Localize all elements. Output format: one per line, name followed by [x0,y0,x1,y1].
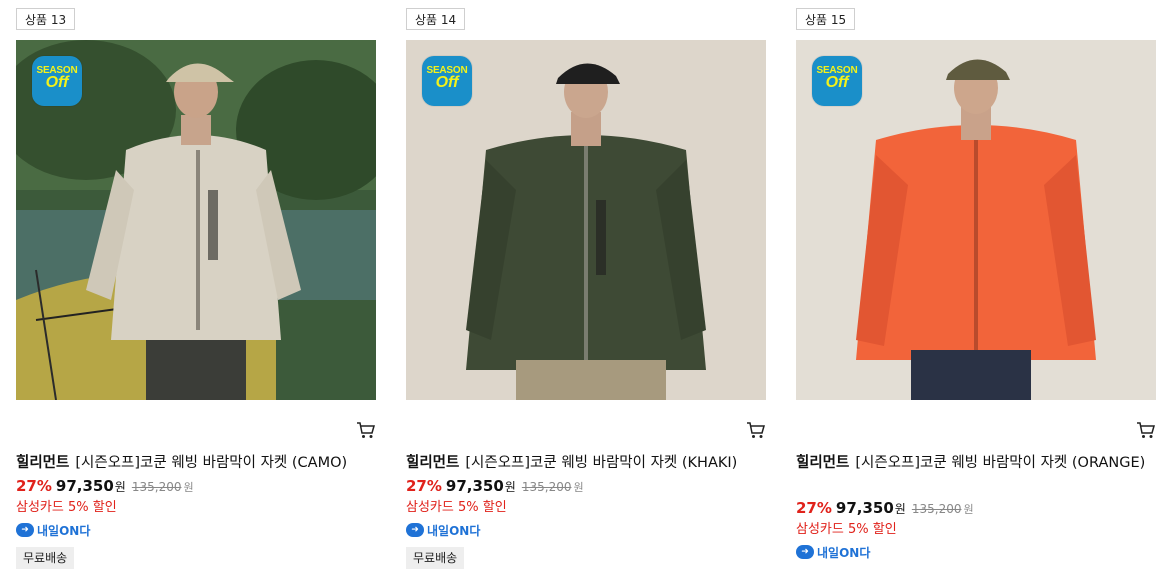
currency: 원 [114,480,126,494]
discount-rate: 27% [16,477,52,495]
season-off-badge: SEASON Off [812,56,862,106]
delivery-truck-icon: ➜ [406,523,424,537]
card-discount: 삼성카드 5% 할인 [406,500,507,515]
product-name: [시즌오프]코쿤 웨빙 바람막이 자켓 (CAMO) [75,455,348,471]
product-number-badge: 상품 15 [796,8,856,30]
price-row: 27% 97,350원 135,200 원 [796,499,974,517]
cart-icon[interactable] [1136,420,1156,440]
original-price: 135,200 [911,502,962,516]
delivery-label: 내일ON다 [817,545,871,560]
delivery-logo: ➜ 내일ON다 [406,522,480,538]
season-badge-bottom: Off [435,74,459,91]
cart-icon[interactable] [356,420,376,440]
product-image[interactable]: SEASON Off [796,40,1156,400]
delivery-truck-icon: ➜ [16,523,34,537]
season-badge-bottom: Off [825,74,849,91]
product-name: [시즌오프]코쿤 웨빙 바람막이 자켓 (KHAKI) [465,455,738,471]
delivery-logo: ➜ 내일ON다 [796,544,870,560]
card-discount: 삼성카드 5% 할인 [16,500,117,515]
brand-name: 힐리먼트 [796,455,850,471]
product-card-15[interactable]: 상품 15 SEASON Off 힐리먼트 [시즌오프]코쿤 웨빙 바람막이 자켓… [796,0,1156,573]
delivery-label: 내일ON다 [37,523,91,538]
original-currency: 원 [183,481,194,494]
product-title[interactable]: 힐리먼트 [시즌오프]코쿤 웨빙 바람막이 자켓 (CAMO) [16,452,376,475]
discount-rate: 27% [406,477,442,495]
delivery-logo: ➜ 내일ON다 [16,522,90,538]
product-card-13[interactable]: 상품 13 SEASON Off 힐리먼트 [시즌오프]코쿤 웨빙 바람막이 자… [16,0,376,573]
season-badge-bottom: Off [45,74,69,91]
season-off-badge: SEASON Off [32,56,82,106]
product-card-14[interactable]: 상품 14 SEASON Off 힐리먼트 [시즌오프]코쿤 웨빙 바람막이 자켓… [406,0,766,573]
sale-price: 97,350 [835,499,894,517]
sale-price: 97,350 [445,477,504,495]
original-price: 135,200 [521,480,572,494]
price-row: 27% 97,350원 135,200 원 [16,477,194,495]
product-image[interactable]: SEASON Off [406,40,766,400]
sale-price: 97,350 [55,477,114,495]
brand-name: 힐리먼트 [16,455,70,471]
product-image[interactable]: SEASON Off [16,40,376,400]
discount-rate: 27% [796,499,832,517]
product-number-badge: 상품 13 [16,8,76,30]
product-title[interactable]: 힐리먼트 [시즌오프]코쿤 웨빙 바람막이 자켓 (ORANGE) [796,452,1156,475]
free-shipping-tag: 무료배송 [406,547,465,569]
product-name: [시즌오프]코쿤 웨빙 바람막이 자켓 (ORANGE) [855,455,1146,471]
original-currency: 원 [573,481,584,494]
delivery-label: 내일ON다 [427,523,481,538]
product-title[interactable]: 힐리먼트 [시즌오프]코쿤 웨빙 바람막이 자켓 (KHAKI) [406,452,766,475]
price-row: 27% 97,350원 135,200 원 [406,477,584,495]
delivery-truck-icon: ➜ [796,545,814,559]
free-shipping-tag: 무료배송 [16,547,75,569]
original-currency: 원 [963,503,974,516]
currency: 원 [504,480,516,494]
season-off-badge: SEASON Off [422,56,472,106]
brand-name: 힐리먼트 [406,455,460,471]
currency: 원 [894,502,906,516]
original-price: 135,200 [131,480,182,494]
cart-icon[interactable] [746,420,766,440]
product-number-badge: 상품 14 [406,8,466,30]
card-discount: 삼성카드 5% 할인 [796,522,897,537]
